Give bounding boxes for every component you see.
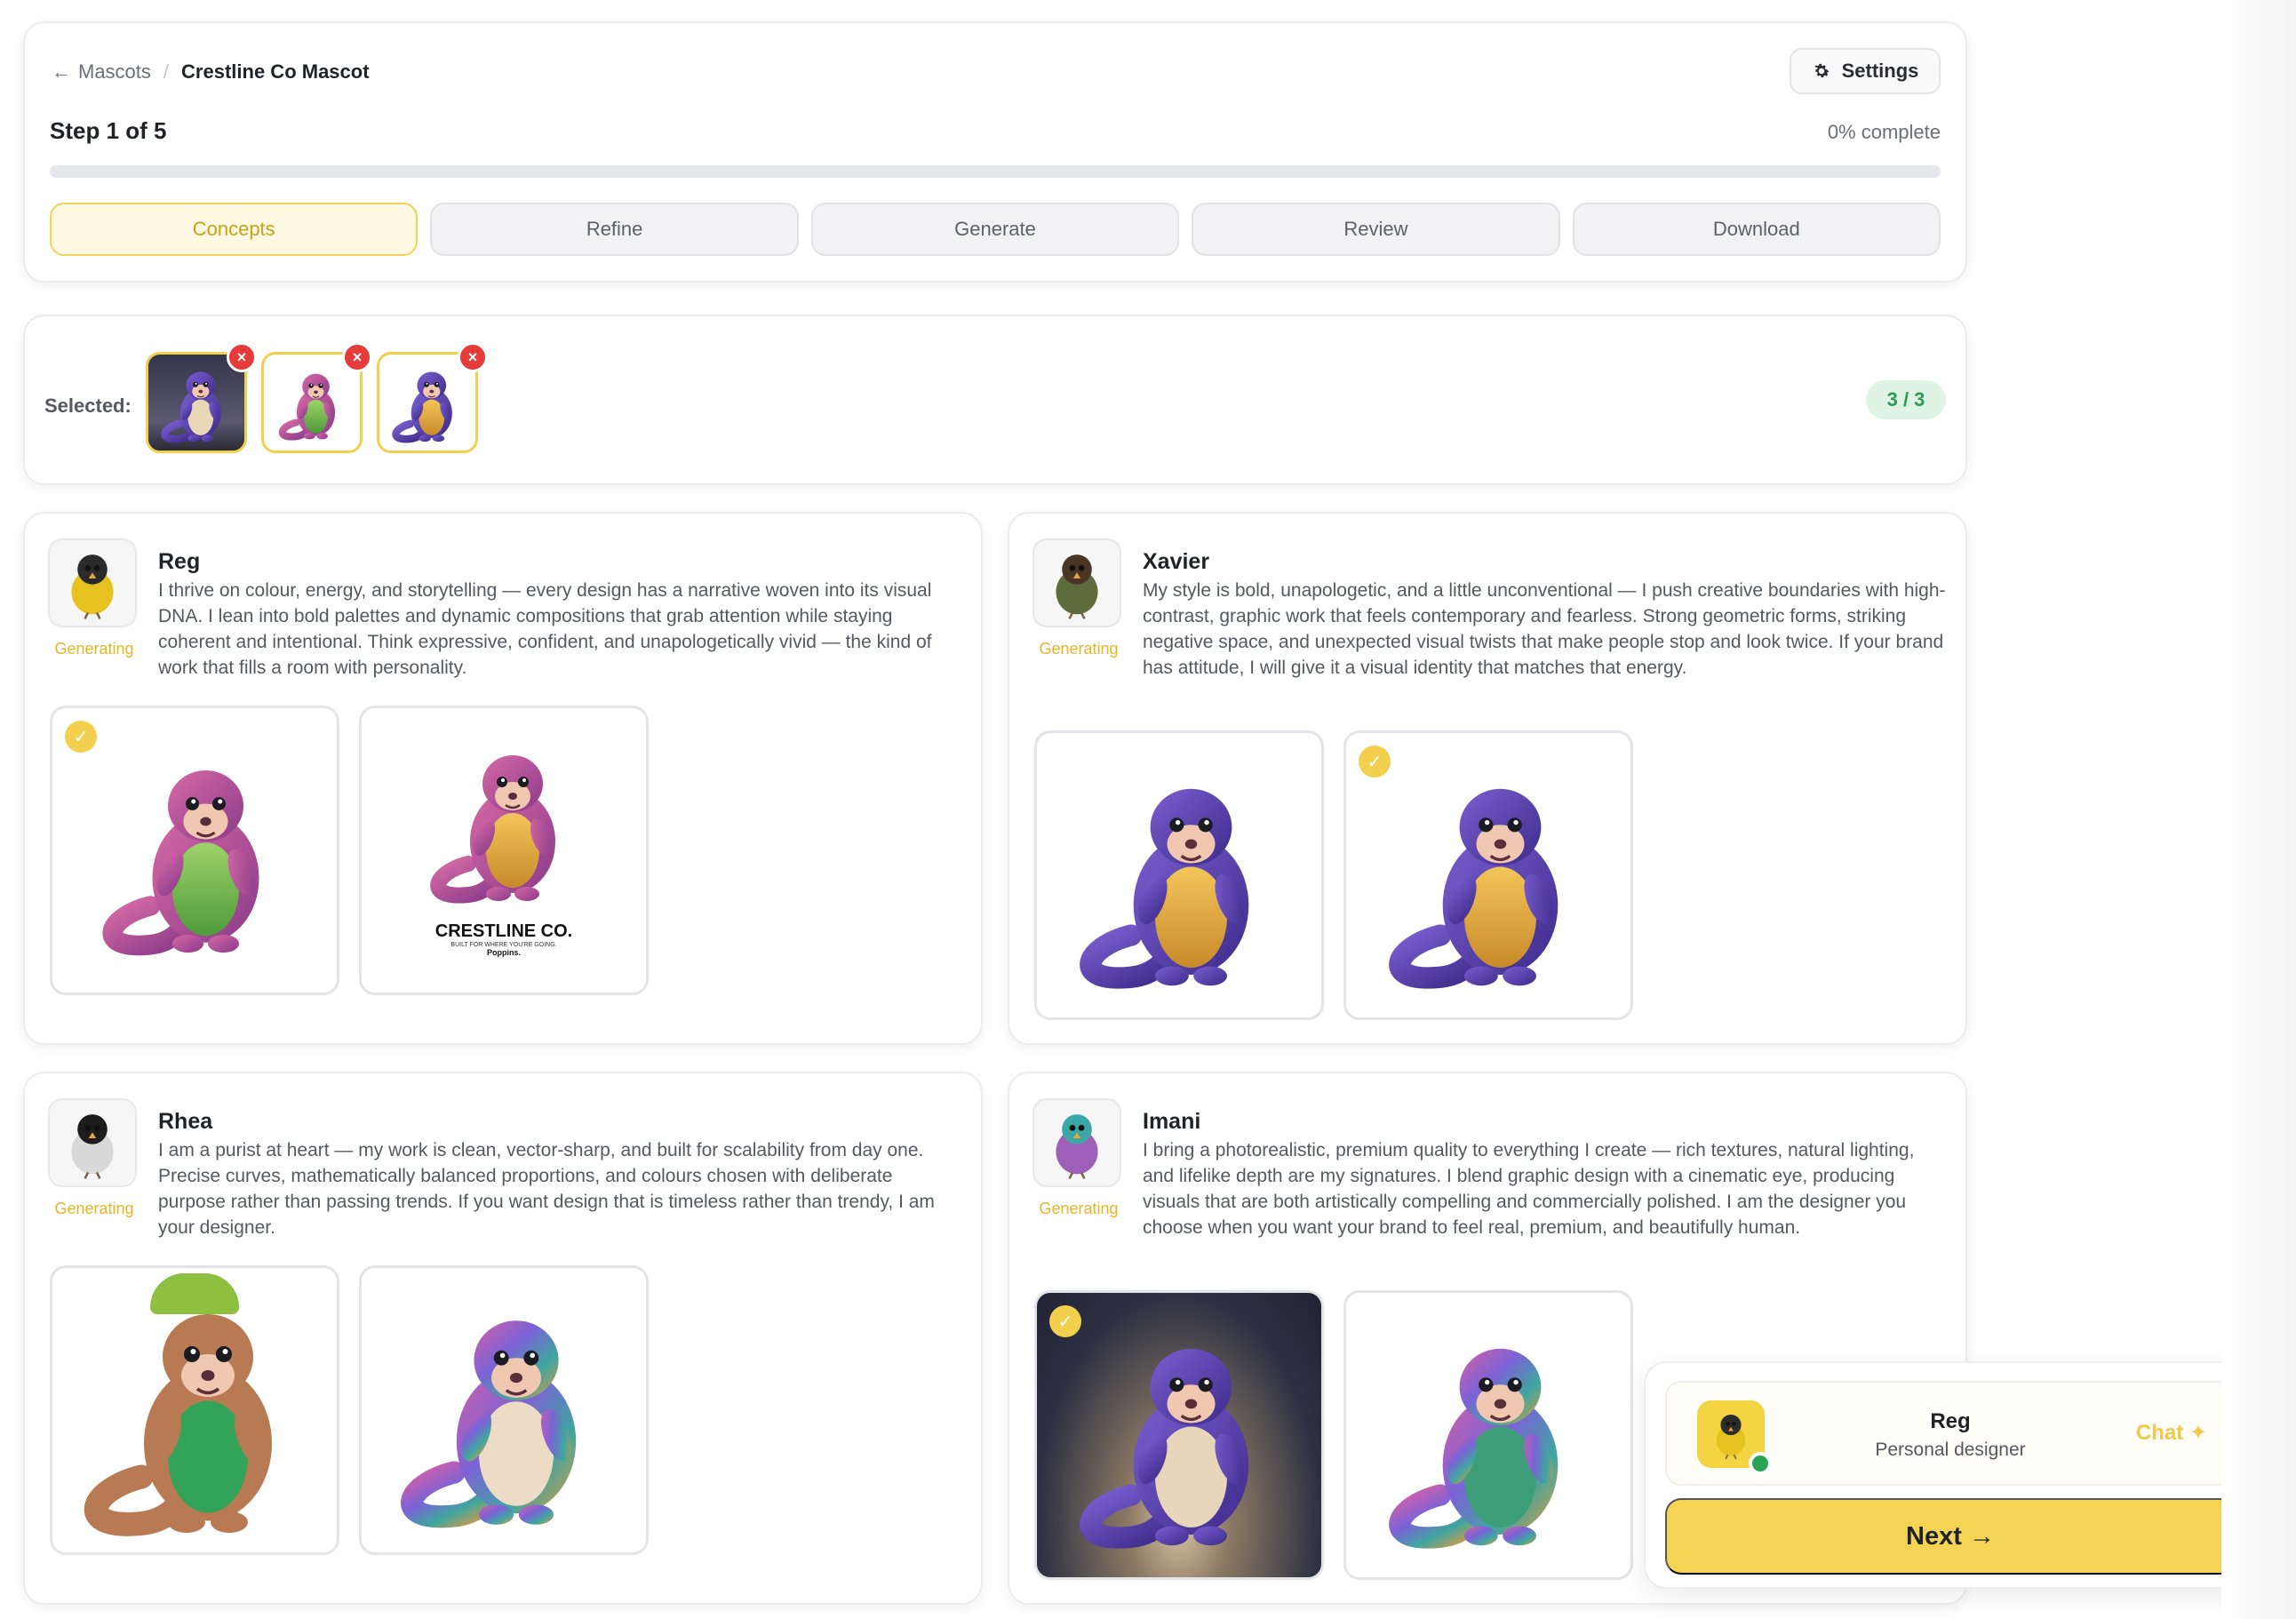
concept-image-tile[interactable]	[50, 1265, 339, 1555]
tab-refine[interactable]: Refine	[430, 203, 799, 256]
selected-label: Selected:	[44, 395, 132, 417]
chat-button[interactable]: Chat ✦	[2136, 1420, 2207, 1446]
concept-images: ✓ CRESTLINE CO. BUILT FOR WHERE YOU'RE G…	[50, 706, 649, 995]
concept-image-tile[interactable]: CRESTLINE CO. BUILT FOR WHERE YOU'RE GOI…	[359, 706, 649, 995]
concept-image-tile[interactable]: ✓	[50, 706, 339, 995]
selected-thumbnail[interactable]: ×	[146, 342, 257, 453]
designer-name: Imani	[1143, 1109, 1201, 1134]
check-icon: ✓	[1359, 746, 1391, 778]
mascot-caption-font: Poppins.	[487, 948, 521, 957]
tab-review[interactable]: Review	[1192, 203, 1560, 256]
progress-bar	[50, 165, 1941, 178]
next-button[interactable]: Next →	[1665, 1498, 2236, 1575]
mascot-image	[154, 360, 239, 445]
breadcrumb-back-link[interactable]: ← Mascots	[52, 60, 151, 84]
check-icon: ✓	[65, 721, 97, 753]
mascot-image	[1059, 755, 1299, 995]
breadcrumb-current: Crestline Co Mascot	[181, 60, 370, 83]
step-tabs: Concepts Refine Generate Review Download	[50, 203, 1941, 256]
mascot-image	[379, 1286, 628, 1535]
bird-avatar-icon	[1040, 1105, 1114, 1180]
mascot-caption-title: CRESTLINE CO.	[434, 921, 573, 941]
generating-status: Generating	[54, 640, 134, 658]
designer-bio: I bring a photorealistic, premium qualit…	[1143, 1140, 1915, 1238]
selected-concepts-card: Selected: × × × 3 / 3	[23, 315, 1967, 485]
designer-name: Rhea	[158, 1109, 213, 1134]
mascot-image	[272, 363, 352, 443]
designer-bio: I thrive on colour, energy, and storytel…	[158, 580, 932, 678]
designer-name: Xavier	[1143, 549, 1210, 574]
designer-avatar	[48, 538, 137, 627]
concept-image-tile[interactable]: ✓	[1034, 1290, 1324, 1580]
designer-avatar	[1032, 1098, 1121, 1187]
designer-avatar	[48, 1098, 137, 1187]
generating-status: Generating	[1039, 640, 1119, 658]
selected-thumbnail[interactable]: ×	[261, 342, 372, 453]
mascot-image	[415, 730, 593, 908]
breadcrumb-back-label: Mascots	[78, 60, 151, 83]
mascot-caption: CRESTLINE CO. BUILT FOR WHERE YOU'RE GOI…	[362, 921, 646, 957]
arrow-left-icon: ←	[52, 60, 71, 83]
settings-button[interactable]: Settings	[1790, 48, 1941, 94]
selected-thumbnails: × × ×	[146, 342, 488, 453]
wizard-header-card: ← Mascots / Crestline Co Mascot Settings…	[23, 21, 1967, 283]
designer-bio: My style is bold, unapologetic, and a li…	[1143, 580, 1946, 678]
selection-count-badge: 3 / 3	[1866, 380, 1946, 419]
generating-status: Generating	[54, 1200, 134, 1217]
designer-chat-widget: Reg Personal designer Chat ✦ Next →	[1644, 1361, 2257, 1589]
concept-image-tile[interactable]	[1034, 730, 1324, 1020]
step-indicator: Step 1 of 5	[50, 117, 167, 144]
bird-avatar-icon	[55, 1105, 130, 1180]
right-edge-fade	[2221, 0, 2296, 1619]
concept-images	[50, 1265, 649, 1555]
remove-selection-button[interactable]: ×	[227, 342, 257, 372]
tab-concepts[interactable]: Concepts	[50, 203, 419, 256]
concept-images: ✓	[1034, 730, 1633, 1020]
designer-card-reg: Generating Reg I thrive on colour, energ…	[23, 512, 983, 1045]
selected-thumbnail[interactable]: ×	[377, 342, 488, 453]
mascot-image	[1059, 1315, 1299, 1555]
concept-image-tile[interactable]	[359, 1265, 649, 1555]
designer-bio: I am a purist at heart — my work is clea…	[158, 1140, 935, 1238]
concept-image-tile[interactable]	[1343, 1290, 1633, 1580]
tab-download[interactable]: Download	[1572, 203, 1941, 256]
remove-selection-button[interactable]: ×	[458, 342, 488, 372]
bird-avatar-icon	[55, 546, 130, 620]
progress-percent-label: 0% complete	[1827, 121, 1941, 143]
designer-card-xavier: Generating Xavier My style is bold, unap…	[1008, 512, 1967, 1045]
chat-designer-row[interactable]: Reg Personal designer Chat ✦	[1665, 1381, 2236, 1486]
designer-avatar	[1032, 538, 1121, 627]
mascot-caption-tagline: BUILT FOR WHERE YOU'RE GOING.	[450, 942, 557, 948]
mascot-image	[84, 739, 306, 961]
designer-name: Reg	[158, 549, 201, 574]
bird-avatar-icon	[1040, 546, 1114, 620]
concept-image-tile[interactable]: ✓	[1343, 730, 1633, 1020]
check-icon: ✓	[1049, 1305, 1081, 1337]
settings-label: Settings	[1841, 60, 1919, 82]
remove-selection-button[interactable]: ×	[342, 342, 372, 372]
breadcrumb: ← Mascots / Crestline Co Mascot	[52, 60, 370, 84]
mascot-image	[385, 360, 470, 445]
mascot-image	[1368, 755, 1608, 995]
mascot-image	[1368, 1315, 1608, 1555]
designer-card-rhea: Generating Rhea I am a purist at heart —…	[23, 1072, 983, 1605]
gear-icon	[1814, 63, 1830, 78]
breadcrumb-separator: /	[163, 60, 170, 83]
tab-generate[interactable]: Generate	[810, 203, 1180, 256]
mascot-image	[61, 1277, 328, 1543]
generating-status: Generating	[1039, 1200, 1119, 1217]
concept-images: ✓	[1034, 1290, 1633, 1580]
